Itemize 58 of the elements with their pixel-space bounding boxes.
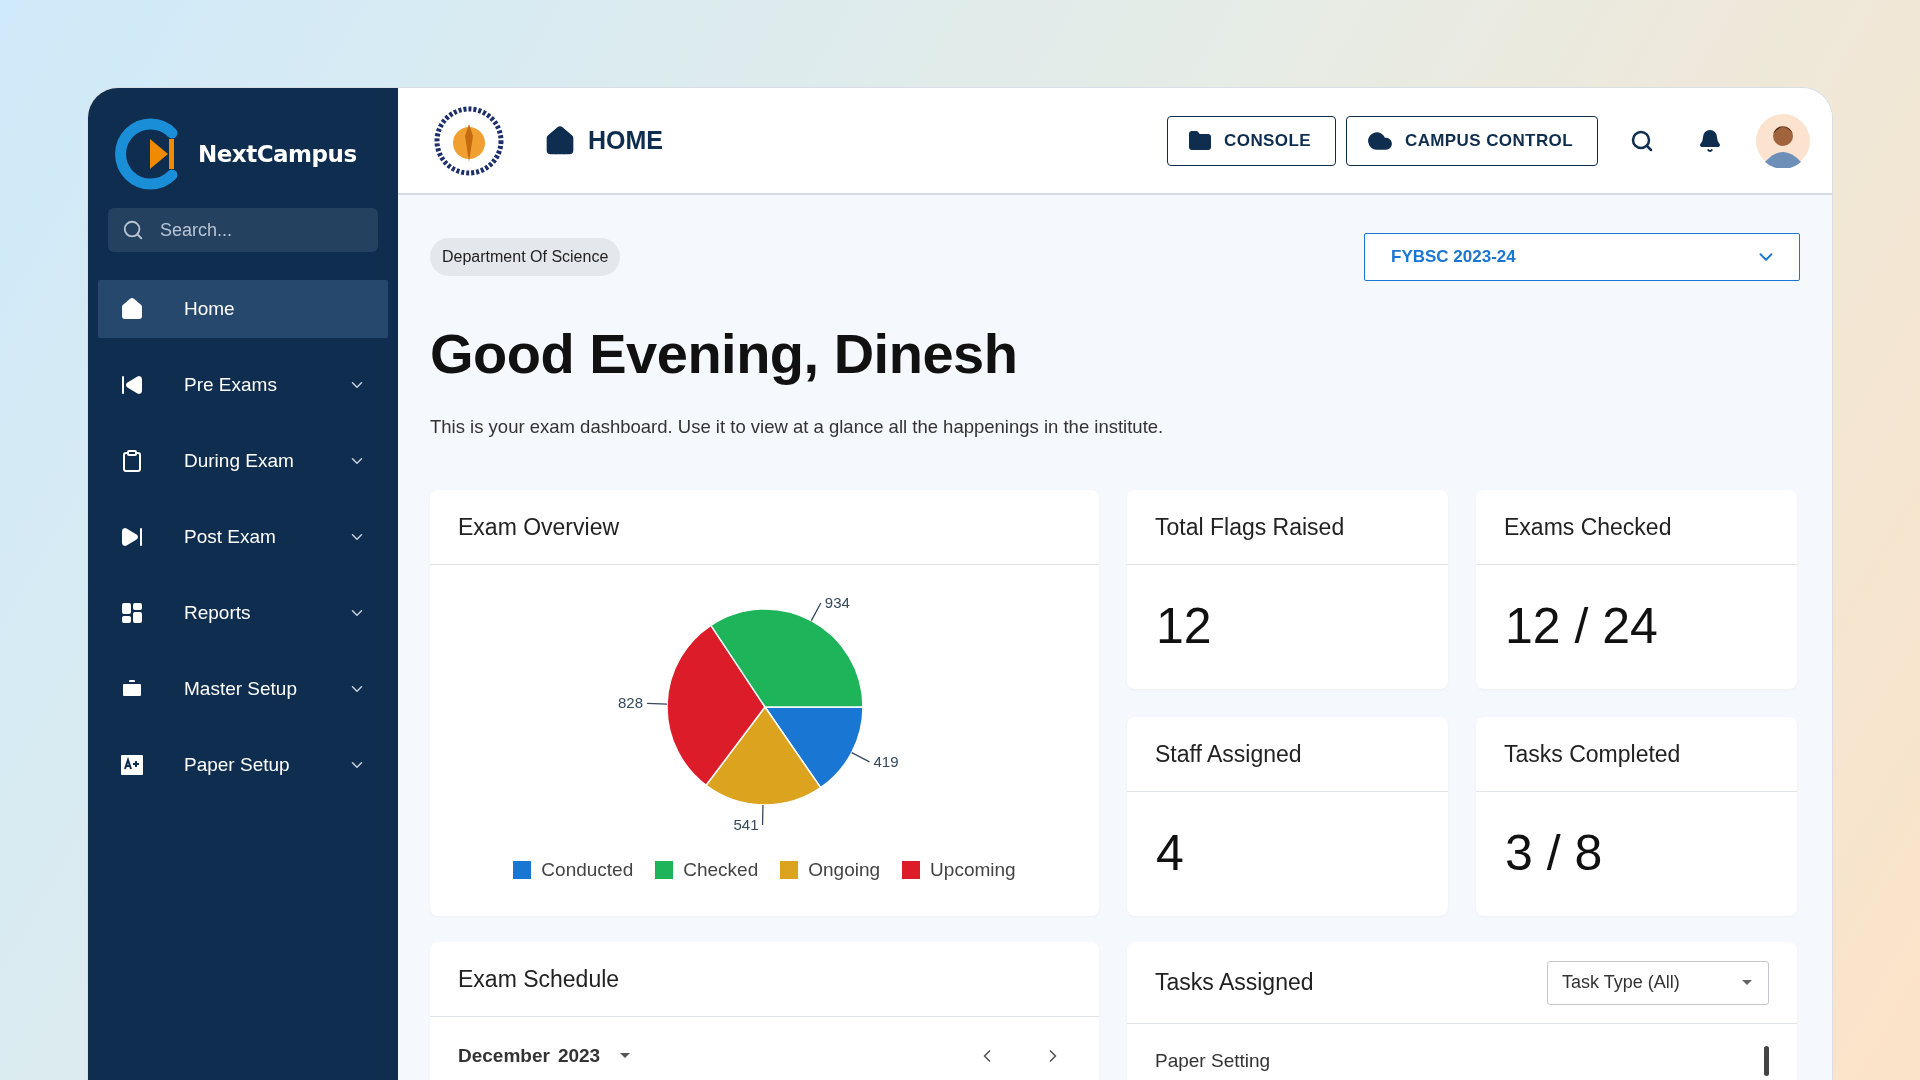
card-title: Tasks Completed	[1504, 740, 1681, 768]
legend-label: Upcoming	[930, 859, 1016, 881]
stat-value: 12 / 24	[1504, 597, 1659, 656]
avatar[interactable]	[1756, 113, 1810, 168]
emblem-icon	[434, 105, 504, 176]
nav-item[interactable]: During Exam	[98, 432, 388, 490]
search-field[interactable]: Search...	[108, 208, 378, 252]
legend-label: Conducted	[541, 859, 634, 881]
caret-icon[interactable]	[618, 1052, 633, 1060]
stat-value: 12	[1155, 597, 1213, 656]
legend-label: Ongoing	[808, 859, 881, 881]
leader-line	[810, 602, 821, 622]
card-title: Total Flags Raised	[1155, 513, 1345, 541]
data-label: 419	[872, 752, 898, 770]
header-button[interactable]: CAMPUS CONTROL	[1345, 115, 1598, 166]
skip-forward-icon	[120, 525, 144, 549]
stat-value: 3 / 8	[1504, 824, 1604, 883]
page-title: HOME	[588, 126, 663, 155]
dashboard-icon	[120, 601, 144, 625]
nav-item[interactable]: Post Exam	[98, 508, 388, 566]
caret-icon	[1740, 978, 1754, 987]
department-tag: Department Of Science	[430, 238, 621, 276]
scrollbar-thumb[interactable]	[1764, 1046, 1769, 1076]
clipboard-icon	[120, 449, 144, 473]
data-label: 828	[617, 694, 643, 712]
data-label: 541	[733, 815, 759, 833]
description: This is your exam dashboard. Use it to view at a glance all the happenings in the institute.	[430, 416, 1165, 438]
month-label[interactable]: December	[458, 1045, 550, 1067]
year-label[interactable]: 2023	[557, 1045, 601, 1067]
stat-value: 4	[1155, 824, 1185, 883]
header-button[interactable]: CONSOLE	[1167, 115, 1336, 166]
folder-icon	[1188, 128, 1213, 153]
task-name: Paper Setting	[1155, 1050, 1271, 1072]
greeting: Good Evening, Dinesh	[430, 321, 1019, 386]
brand-name: NextCampus	[198, 141, 357, 167]
legend-label: Checked	[683, 859, 759, 881]
card-title: Tasks Assigned	[1155, 969, 1314, 996]
nav-item[interactable]: Master Setup	[98, 660, 388, 718]
nav-item[interactable]: Home	[98, 280, 388, 338]
card-title: Exams Checked	[1504, 513, 1672, 541]
leader-line	[645, 702, 668, 705]
card-title: Exam Schedule	[458, 965, 620, 993]
nav-item[interactable]: Reports	[98, 584, 388, 642]
skip-back-icon	[120, 373, 144, 397]
home-icon	[544, 124, 576, 157]
leader-line	[850, 751, 870, 763]
task-type-select[interactable]: Task Type (All)	[1547, 960, 1769, 1005]
nav-item[interactable]: Pre Exams	[98, 356, 388, 414]
nav-item[interactable]: Paper Setup	[98, 736, 388, 794]
card-title: Staff Assigned	[1155, 740, 1302, 768]
data-label: 934	[824, 594, 850, 612]
leader-line	[761, 804, 764, 826]
grade-icon	[120, 754, 144, 776]
search-icon	[1630, 128, 1654, 153]
home-icon	[120, 297, 144, 321]
bell-icon	[1698, 128, 1722, 153]
card-title: Exam Overview	[458, 513, 620, 541]
year-select[interactable]: FYBSC 2023-24	[1364, 233, 1800, 281]
